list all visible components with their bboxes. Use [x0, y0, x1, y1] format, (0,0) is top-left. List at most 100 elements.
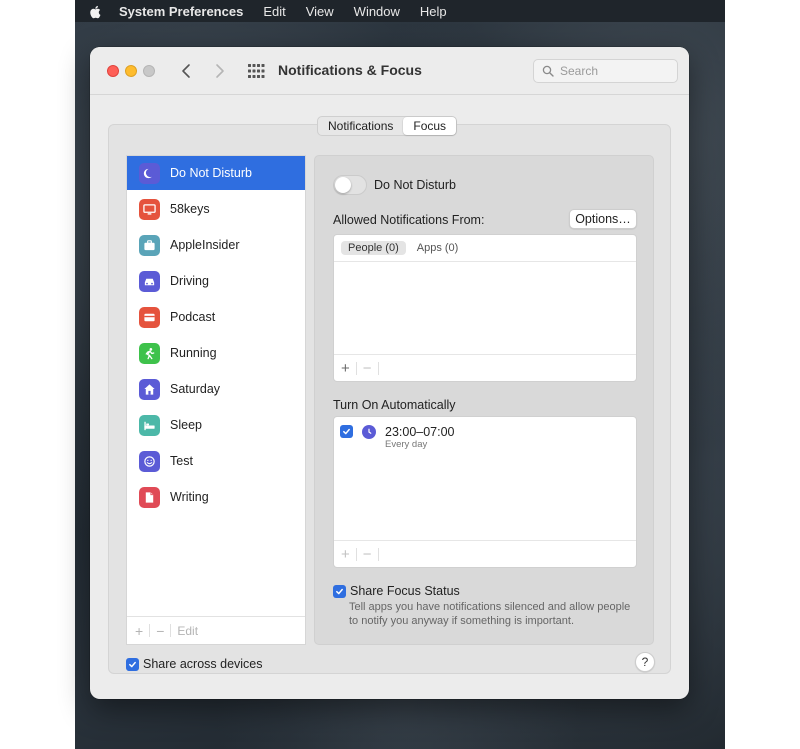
clock-icon: [362, 425, 376, 439]
add-schedule-button[interactable]: +: [341, 546, 350, 563]
remove-focus-button[interactable]: −: [156, 623, 164, 639]
tab-focus[interactable]: Focus: [403, 117, 457, 135]
content-group: Notifications Focus Do Not Disturb 58key…: [108, 116, 671, 674]
menu-help[interactable]: Help: [410, 4, 457, 19]
divider: [355, 361, 357, 375]
edit-focus-button[interactable]: Edit: [177, 624, 198, 638]
briefcase-icon: [139, 234, 160, 256]
share-focus-label: Share Focus Status: [350, 584, 460, 598]
checkmark-icon: [129, 661, 136, 667]
focus-list-footer: + − Edit: [127, 616, 305, 644]
add-allowed-button[interactable]: +: [341, 360, 350, 377]
window-title: Notifications & Focus: [278, 62, 422, 78]
tab-apps[interactable]: Apps (0): [410, 241, 466, 255]
focus-item-writing[interactable]: Writing: [127, 480, 305, 514]
apple-menu-icon[interactable]: [75, 3, 115, 19]
share-devices-checkbox[interactable]: [126, 657, 139, 671]
schedule-checkbox[interactable]: [340, 425, 353, 438]
share-devices-label: Share across devices: [143, 657, 263, 671]
focus-item-label: Test: [170, 454, 193, 468]
show-all-button[interactable]: [247, 63, 265, 79]
preferences-window: Notifications & Focus Search Notificatio…: [90, 47, 689, 699]
focus-detail-panel: Do Not Disturb Allowed Notifications Fro…: [314, 155, 654, 645]
turn-on-automatically-label: Turn On Automatically: [333, 398, 456, 412]
share-across-devices-row[interactable]: Share across devices: [126, 657, 263, 671]
focus-name-label: Do Not Disturb: [374, 178, 456, 192]
options-button[interactable]: Options…: [569, 209, 637, 229]
moon-icon: [139, 162, 160, 184]
share-focus-status-row[interactable]: Share Focus Status: [333, 584, 460, 598]
menu-edit[interactable]: Edit: [253, 4, 295, 19]
focus-item-label: 58keys: [170, 202, 210, 216]
focus-item-label: Driving: [170, 274, 209, 288]
schedule-time: 23:00–07:00: [385, 425, 455, 439]
menu-app-name[interactable]: System Preferences: [115, 4, 253, 19]
car-icon: [139, 270, 160, 292]
tab-notifications[interactable]: Notifications: [318, 117, 403, 135]
focus-item-label: Do Not Disturb: [170, 166, 252, 180]
allowed-notifications-box: People (0) Apps (0) + −: [333, 234, 637, 382]
focus-toggle[interactable]: [333, 175, 367, 195]
schedules-box-footer: + −: [334, 540, 636, 567]
search-icon: [542, 65, 554, 77]
search-placeholder: Search: [560, 64, 599, 78]
checkmark-icon: [343, 428, 350, 435]
focus-item-sleep[interactable]: Sleep: [127, 408, 305, 442]
bed-icon: [139, 414, 160, 436]
divider: [170, 624, 172, 637]
schedule-text: 23:00–07:00 Every day: [385, 425, 455, 450]
share-focus-description: Tell apps you have notifications silence…: [349, 601, 631, 627]
allowed-notifications-label: Allowed Notifications From:: [333, 213, 485, 227]
divider: [377, 361, 379, 375]
remove-allowed-button[interactable]: −: [363, 360, 372, 377]
focus-item-test[interactable]: Test: [127, 444, 305, 478]
divider: [377, 547, 379, 561]
toggle-knob: [335, 177, 351, 193]
smiley-icon: [139, 450, 160, 472]
focus-item-label: Running: [170, 346, 217, 360]
search-field[interactable]: Search: [533, 59, 678, 83]
grid-icon: [248, 64, 265, 78]
segmented-control: Notifications Focus: [317, 116, 458, 136]
title-bar: Notifications & Focus Search: [90, 47, 689, 95]
schedule-row[interactable]: 23:00–07:00 Every day: [340, 425, 455, 450]
add-focus-button[interactable]: +: [135, 623, 143, 639]
divider: [355, 547, 357, 561]
house-icon: [139, 378, 160, 400]
tab-people[interactable]: People (0): [341, 241, 406, 255]
menu-bar: System Preferences Edit View Window Help: [75, 0, 725, 22]
focus-item-58keys[interactable]: 58keys: [127, 192, 305, 226]
monitor-icon: [139, 198, 160, 220]
focus-item-driving[interactable]: Driving: [127, 264, 305, 298]
menu-view[interactable]: View: [296, 4, 344, 19]
focus-item-appleinsider[interactable]: AppleInsider: [127, 228, 305, 262]
close-button[interactable]: [107, 65, 119, 77]
focus-item-running[interactable]: Running: [127, 336, 305, 370]
focus-item-label: AppleInsider: [170, 238, 240, 252]
focus-list: Do Not Disturb 58keys AppleInsider Drivi…: [126, 155, 306, 645]
share-focus-checkbox[interactable]: [333, 584, 346, 598]
schedule-repeat: Every day: [385, 439, 428, 450]
back-button[interactable]: [176, 60, 196, 82]
focus-item-label: Podcast: [170, 310, 216, 324]
checkmark-icon: [336, 588, 343, 594]
focus-item-do-not-disturb[interactable]: Do Not Disturb: [127, 156, 305, 190]
allowed-box-footer: + −: [334, 354, 636, 381]
focus-item-label: Saturday: [170, 382, 221, 396]
menu-window[interactable]: Window: [344, 4, 410, 19]
help-button[interactable]: ?: [635, 652, 655, 672]
divider: [149, 624, 151, 637]
chevron-left-icon: [182, 64, 190, 78]
remove-schedule-button[interactable]: −: [363, 546, 372, 563]
minimize-button[interactable]: [125, 65, 137, 77]
focus-item-saturday[interactable]: Saturday: [127, 372, 305, 406]
focus-item-podcast[interactable]: Podcast: [127, 300, 305, 334]
schedules-box: 23:00–07:00 Every day + −: [333, 416, 637, 568]
allowed-tabs: People (0) Apps (0): [334, 235, 636, 262]
chevron-right-icon: [216, 64, 224, 78]
zoom-button[interactable]: [143, 65, 155, 77]
card-icon: [139, 306, 160, 328]
forward-button[interactable]: [210, 60, 230, 82]
focus-item-label: Sleep: [170, 418, 202, 432]
document-icon: [139, 486, 160, 508]
